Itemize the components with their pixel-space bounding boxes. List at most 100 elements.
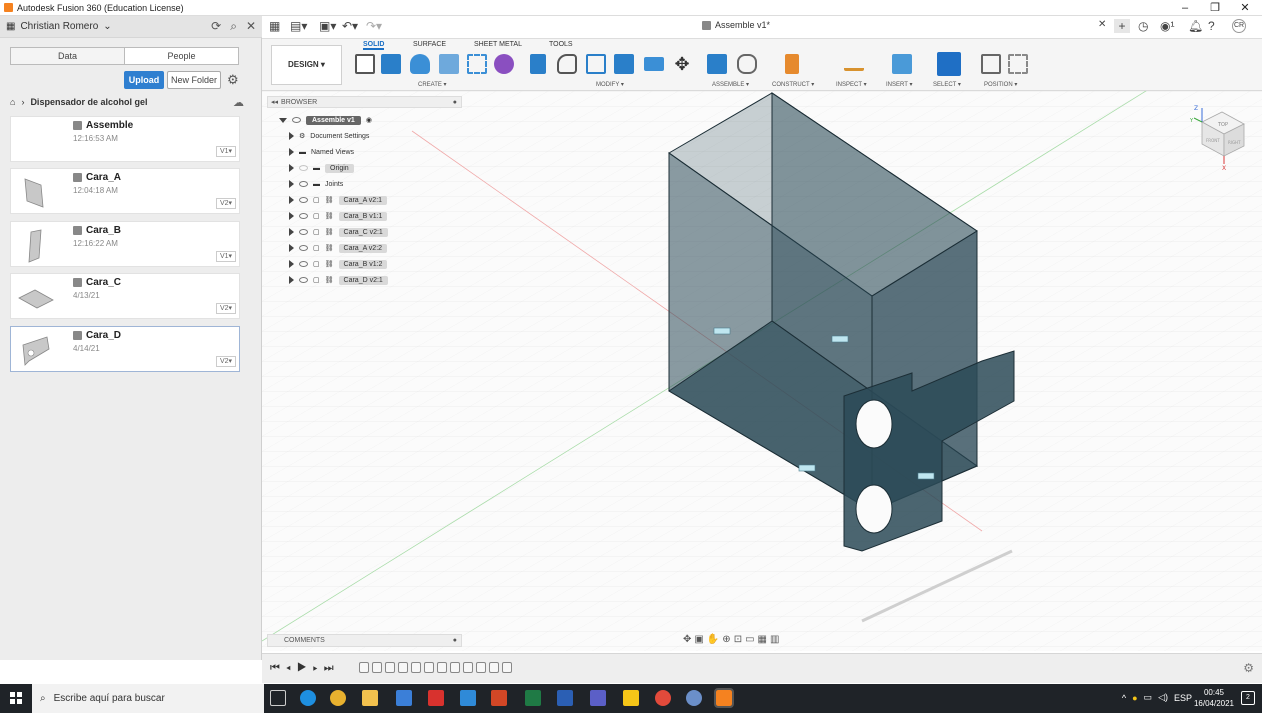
close-button[interactable]: ✕ xyxy=(1230,0,1260,16)
revert-position-icon[interactable] xyxy=(1008,54,1028,74)
browser-item[interactable]: ▢ ⛓ Cara_A v2:1 xyxy=(289,193,388,207)
notifications-icon[interactable]: 🔔︎ xyxy=(1188,19,1203,33)
browser-item[interactable]: ▢ ⛓ Cara_D v2:1 xyxy=(289,273,388,287)
revolve-icon[interactable] xyxy=(410,54,430,74)
group-position-label[interactable]: POSITION ▾ xyxy=(984,81,1017,88)
edge-icon[interactable] xyxy=(300,690,316,706)
expand-icon[interactable] xyxy=(289,164,294,172)
browser-item[interactable]: ▢ ⛓ Cara_B v1:1 xyxy=(289,209,388,223)
file-card[interactable]: Assemble 12:16:53 AM V1▾ xyxy=(10,116,240,162)
timeline-feature[interactable] xyxy=(385,662,395,673)
expand-icon[interactable] xyxy=(289,132,294,140)
tab-sheet-metal[interactable]: SHEET METAL xyxy=(474,41,522,48)
upload-button[interactable]: Upload xyxy=(124,71,164,89)
eye-icon[interactable] xyxy=(299,197,308,203)
browser-header[interactable]: ◂◂ BROWSER ● xyxy=(267,96,462,108)
browser-item[interactable]: ▢ ⛓ Cara_C v2:1 xyxy=(289,225,388,239)
zoom-icon[interactable]: ⊕ xyxy=(722,634,733,645)
sticky-notes-icon[interactable] xyxy=(623,690,639,706)
timeline-features[interactable] xyxy=(359,662,512,673)
breadcrumb-project[interactable]: Dispensador de alcohol gel xyxy=(30,97,147,107)
joint-icon[interactable] xyxy=(737,54,757,74)
group-assemble-label[interactable]: ASSEMBLE ▾ xyxy=(712,81,749,88)
group-inspect-label[interactable]: INSPECT ▾ xyxy=(836,81,867,88)
maximize-button[interactable]: ❐ xyxy=(1200,0,1230,16)
go-to-end-icon[interactable]: ⏭ xyxy=(324,662,340,674)
new-tab-icon[interactable]: + xyxy=(1114,19,1130,33)
play-icon[interactable]: ▶ xyxy=(297,662,313,674)
timeline-feature[interactable] xyxy=(463,662,473,673)
view-cube[interactable]: TOP FRONT RIGHT Z Y X xyxy=(1188,100,1248,170)
press-pull-icon[interactable] xyxy=(530,54,546,74)
fit-icon[interactable]: ⊡ xyxy=(734,634,745,645)
capture-position-icon[interactable] xyxy=(981,54,1001,74)
browser-item[interactable]: ▢ ⛓ Cara_A v2:2 xyxy=(289,241,388,255)
app-icon[interactable] xyxy=(686,690,702,706)
expand-icon[interactable] xyxy=(289,244,294,252)
help-icon[interactable]: ? xyxy=(1208,19,1215,33)
file-explorer-icon[interactable] xyxy=(362,690,378,706)
acrobat-icon[interactable] xyxy=(428,690,444,706)
timeline-feature[interactable] xyxy=(372,662,382,673)
expand-icon[interactable] xyxy=(289,260,294,268)
version-badge[interactable]: V2▾ xyxy=(216,356,236,367)
create-sketch-icon[interactable] xyxy=(355,54,375,74)
browser-item[interactable]: ▬ Named Views xyxy=(289,145,354,159)
chrome-icon[interactable] xyxy=(330,690,346,706)
expand-icon[interactable] xyxy=(289,148,294,156)
teams-icon[interactable] xyxy=(590,690,606,706)
new-folder-button[interactable]: New Folder xyxy=(167,71,221,89)
undo-icon[interactable]: ↶▾ xyxy=(342,19,358,33)
search-icon[interactable]: ⌕ xyxy=(230,19,237,34)
timeline-feature[interactable] xyxy=(450,662,460,673)
tray-app-icon[interactable]: ● xyxy=(1132,693,1137,703)
version-badge[interactable]: V2▾ xyxy=(216,198,236,209)
pattern-icon[interactable] xyxy=(467,54,487,74)
combine-icon[interactable] xyxy=(614,54,634,74)
orbit-icon[interactable]: ✥ xyxy=(683,634,694,645)
chrome-profile-icon[interactable] xyxy=(655,690,671,706)
task-view-icon[interactable] xyxy=(270,690,286,706)
fusion-taskbar-icon[interactable] xyxy=(714,688,734,708)
file-card[interactable]: Cara_D 4/14/21 V2▾ xyxy=(10,326,240,372)
taskbar-search[interactable]: ⌕ Escribe aquí para buscar xyxy=(32,684,264,713)
display-settings-icon[interactable]: ▭ xyxy=(745,634,757,645)
store-icon[interactable] xyxy=(396,690,412,706)
insert-image-icon[interactable] xyxy=(892,54,912,74)
expand-icon[interactable] xyxy=(279,117,287,123)
group-create-label[interactable]: CREATE ▾ xyxy=(418,81,447,88)
expand-icon[interactable] xyxy=(289,180,294,188)
group-modify-label[interactable]: MODIFY ▾ xyxy=(596,81,624,88)
shell-icon[interactable] xyxy=(586,54,606,74)
refresh-icon[interactable]: ⟳ xyxy=(211,19,221,34)
file-card[interactable]: Cara_B 12:16:22 AM V1▾ xyxy=(10,221,240,267)
gear-icon[interactable]: ⚙ xyxy=(227,72,239,88)
tab-data[interactable]: Data xyxy=(11,48,125,64)
comments-panel[interactable]: COMMENTS ● xyxy=(267,634,462,647)
eye-icon[interactable] xyxy=(299,213,308,219)
timeline-feature[interactable] xyxy=(398,662,408,673)
redo-icon[interactable]: ↷▾ xyxy=(366,19,382,33)
cloud-icon[interactable]: ☁ xyxy=(233,96,244,109)
minimize-button[interactable]: – xyxy=(1170,0,1200,16)
look-at-icon[interactable]: ▣ xyxy=(694,634,706,645)
eye-icon[interactable] xyxy=(299,229,308,235)
tab-people[interactable]: People xyxy=(125,48,238,64)
home-icon[interactable]: ⌂ xyxy=(10,97,15,107)
close-tab-icon[interactable]: ✕ xyxy=(1098,19,1106,30)
browser-item[interactable]: ▬ Joints xyxy=(289,177,343,191)
workspace-switcher[interactable]: DESIGN ▾ xyxy=(271,45,342,85)
language-indicator[interactable]: ESP xyxy=(1174,693,1192,703)
file-card[interactable]: Cara_C 4/13/21 V2▾ xyxy=(10,273,240,319)
tab-solid[interactable]: SOLID xyxy=(363,41,385,50)
collapse-icon[interactable]: ◂◂ xyxy=(271,98,278,106)
powerpoint-icon[interactable] xyxy=(491,690,507,706)
expand-icon[interactable] xyxy=(289,212,294,220)
close-icon[interactable]: ✕ xyxy=(246,19,256,34)
tab-tools[interactable]: TOOLS xyxy=(549,41,573,48)
new-component-icon[interactable] xyxy=(707,54,727,74)
move-icon[interactable]: ✥ xyxy=(672,54,692,74)
eye-icon[interactable] xyxy=(299,277,308,283)
pin-icon[interactable]: ● xyxy=(453,635,457,646)
step-forward-icon[interactable]: ▸ xyxy=(313,662,324,674)
